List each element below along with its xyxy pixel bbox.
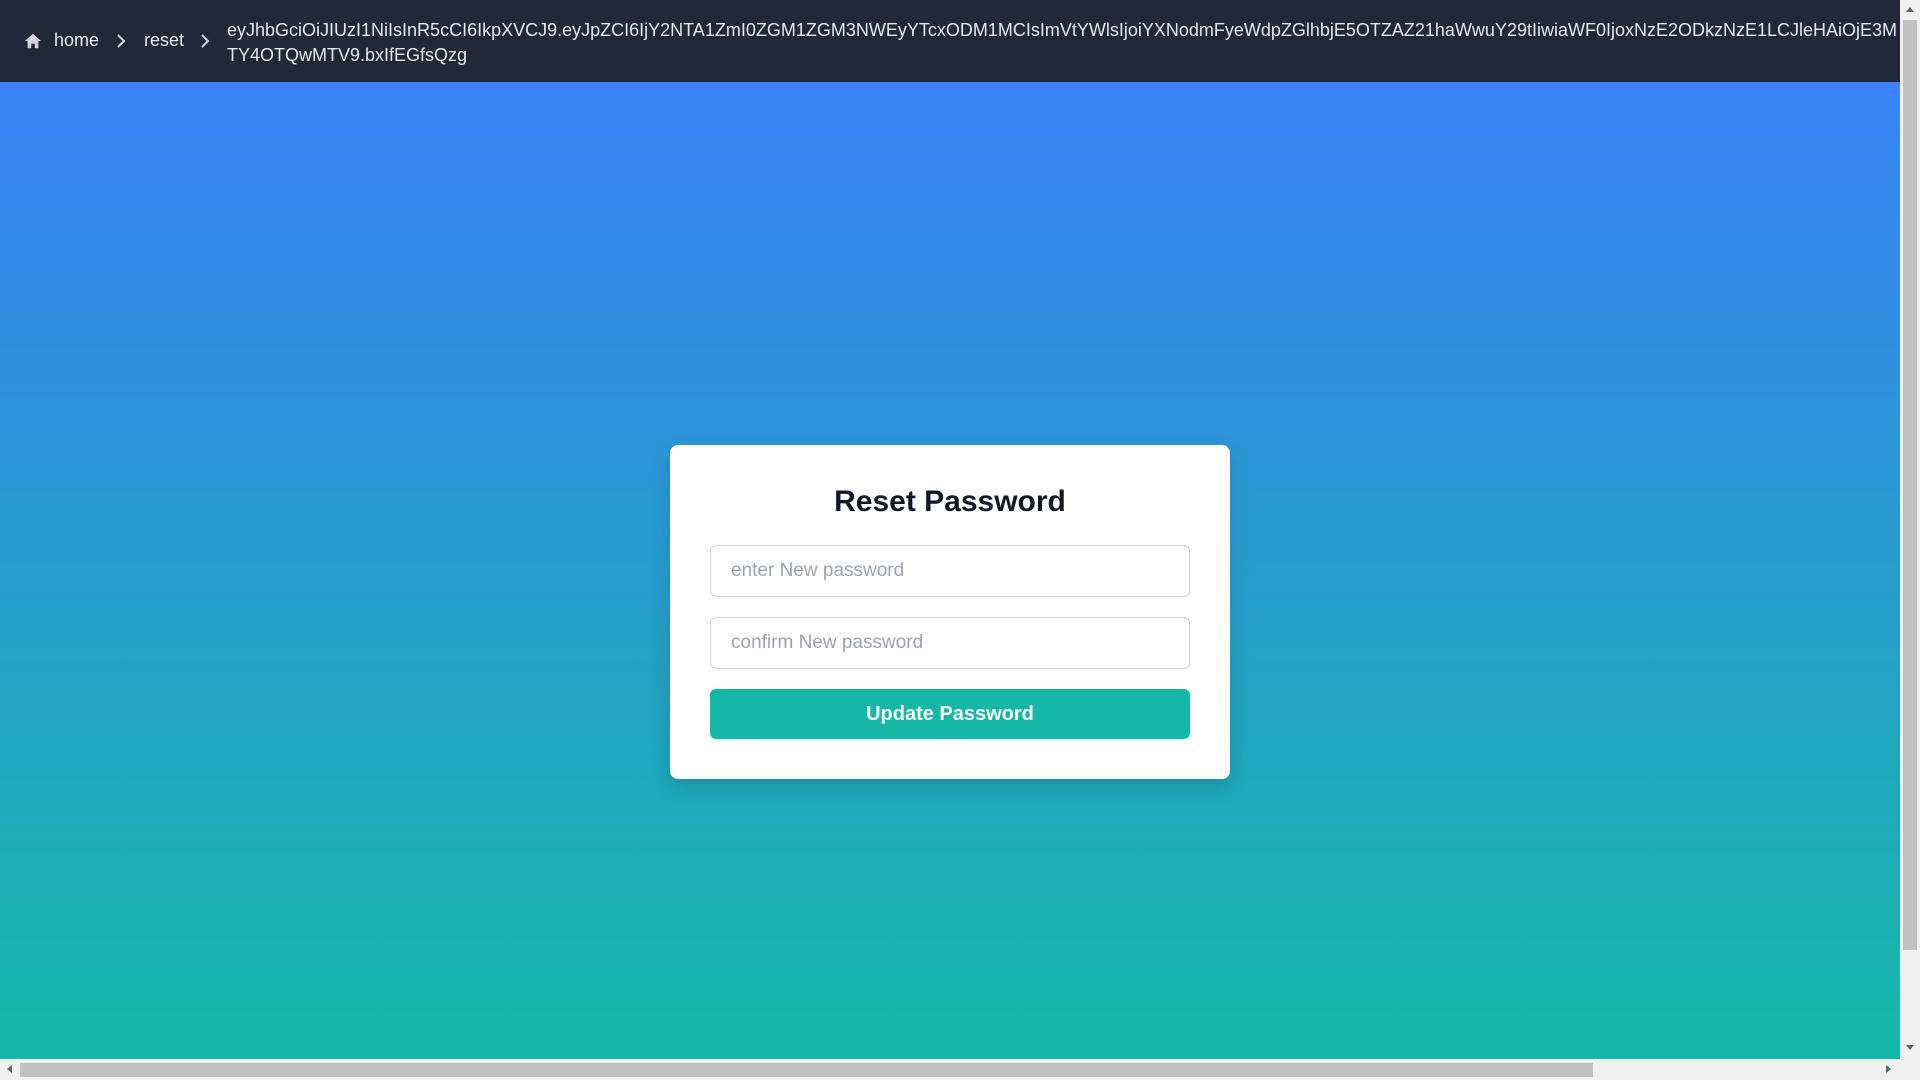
scroll-left-icon[interactable] (7, 1065, 12, 1073)
scroll-down-icon[interactable] (1906, 1045, 1914, 1050)
page-viewport: home reset eyJhbGciOiJIUzI1NiIsInR5cCI6I… (0, 0, 1900, 1059)
breadcrumb-reset-link[interactable]: reset (144, 30, 184, 51)
scroll-up-icon[interactable] (1906, 7, 1914, 12)
breadcrumb: home reset eyJhbGciOiJIUzI1NiIsInR5cCI6I… (0, 0, 1900, 82)
vertical-scroll-thumb[interactable] (1903, 20, 1917, 950)
horizontal-scrollbar[interactable] (0, 1059, 1900, 1080)
home-icon (24, 33, 42, 48)
breadcrumb-home-link[interactable]: home (24, 30, 99, 51)
scroll-right-icon[interactable] (1886, 1065, 1891, 1073)
chevron-right-icon (201, 34, 210, 48)
reset-password-card: Reset Password Update Password (670, 445, 1230, 779)
breadcrumb-reset-label: reset (144, 30, 185, 50)
confirm-password-input[interactable] (710, 617, 1190, 669)
vertical-scrollbar[interactable] (1900, 0, 1920, 1059)
update-password-button[interactable]: Update Password (710, 689, 1190, 739)
scrollbar-corner (1900, 1059, 1920, 1080)
horizontal-scroll-thumb[interactable] (20, 1063, 1593, 1077)
new-password-input[interactable] (710, 545, 1190, 597)
page-title: Reset Password (834, 485, 1066, 518)
breadcrumb-home-label: home (54, 30, 100, 50)
chevron-right-icon (117, 34, 126, 48)
breadcrumb-token: eyJhbGciOiJIUzI1NiIsInR5cCI6IkpXVCJ9.eyJ… (227, 20, 1898, 65)
